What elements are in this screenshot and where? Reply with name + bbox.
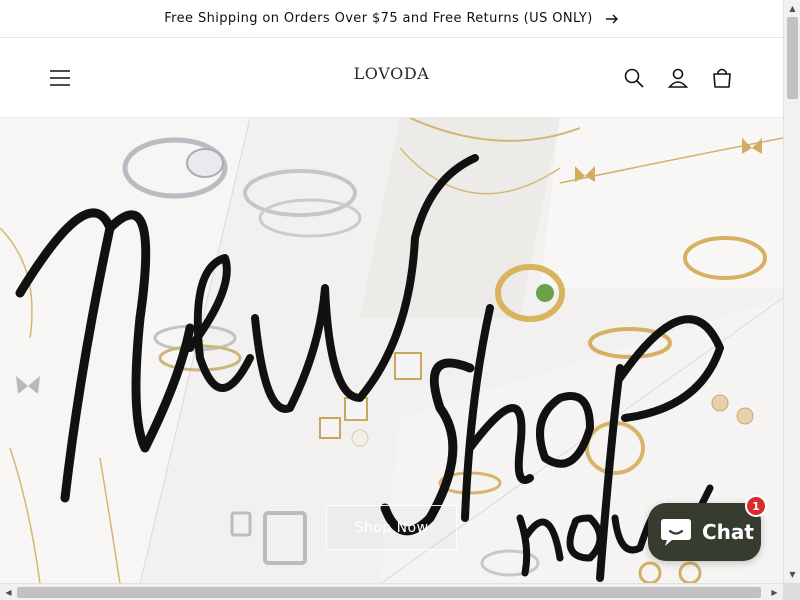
shop-now-button[interactable]: Shop Now [326,505,457,550]
vertical-scrollbar[interactable]: ▲ ▼ [783,0,800,583]
chat-notification-badge: 1 [745,495,767,517]
announcement-text: Free Shipping on Orders Over $75 and Fre… [164,11,593,26]
page: Free Shipping on Orders Over $75 and Fre… [0,0,800,600]
search-icon [624,68,644,88]
account-button[interactable] [662,62,694,94]
site-header: LOVODA [0,38,783,118]
announcement-bar[interactable]: Free Shipping on Orders Over $75 and Fre… [0,0,783,38]
vertical-scroll-thumb[interactable] [787,17,798,99]
horizontal-scrollbar[interactable]: ◀ ▶ [0,583,783,600]
scrollbar-corner [783,583,800,600]
scroll-up-arrow-icon[interactable]: ▲ [784,0,800,17]
scroll-down-arrow-icon[interactable]: ▼ [784,566,800,583]
chat-label: Chat [702,520,754,544]
user-icon [668,68,688,88]
scroll-left-arrow-icon[interactable]: ◀ [0,584,17,600]
horizontal-scroll-thumb[interactable] [17,587,761,598]
arrow-right-icon [605,14,619,24]
chat-bubble-icon [661,519,691,546]
cart-button[interactable] [706,62,738,94]
search-button[interactable] [618,62,650,94]
scroll-right-arrow-icon[interactable]: ▶ [766,584,783,600]
cart-icon [713,68,731,88]
chat-button[interactable]: Chat [648,503,761,561]
